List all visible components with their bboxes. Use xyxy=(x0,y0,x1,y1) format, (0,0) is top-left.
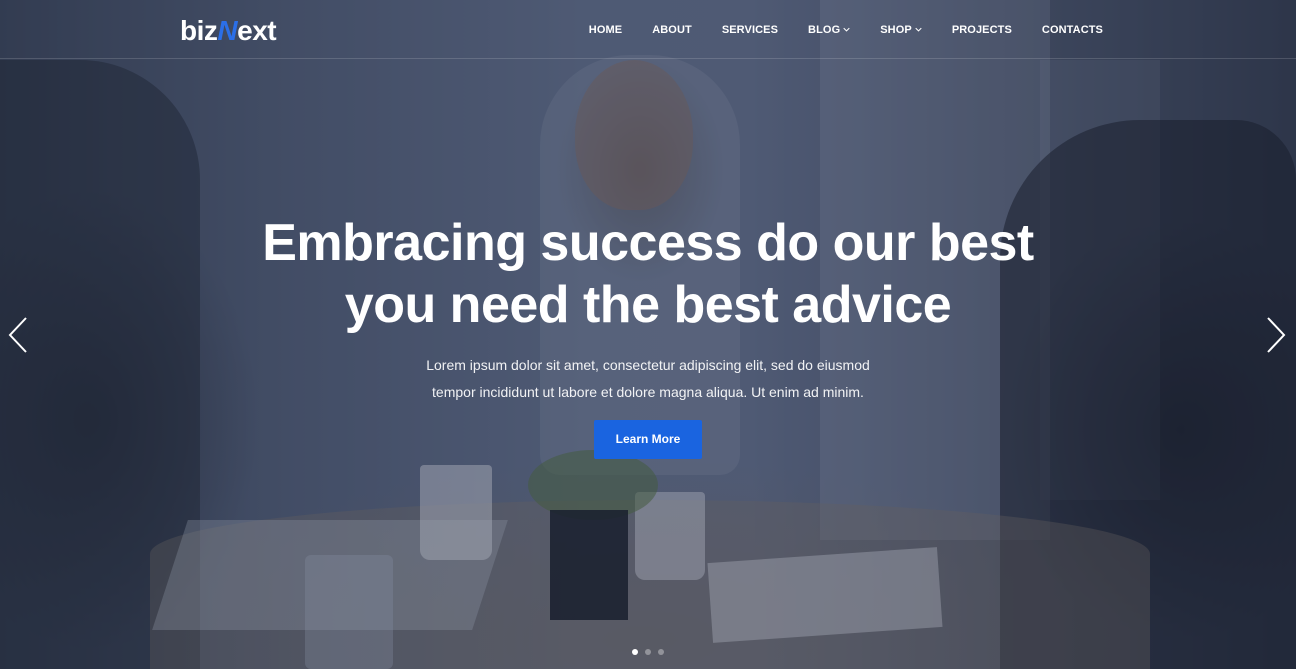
logo-text-part1: biz xyxy=(180,15,218,46)
nav-item-projects[interactable]: PROJECTS xyxy=(922,24,1012,36)
slider-dot-3[interactable] xyxy=(658,649,664,655)
slider-dot-2[interactable] xyxy=(645,649,651,655)
hero-description: Lorem ipsum dolor sit amet, consectetur … xyxy=(418,352,878,406)
hero-content: Embracing success do our best you need t… xyxy=(0,212,1296,459)
chevron-left-icon[interactable] xyxy=(6,315,30,355)
nav-item-contacts[interactable]: CONTACTS xyxy=(1012,24,1103,36)
nav-item-blog[interactable]: BLOG xyxy=(778,24,850,36)
nav-item-label: SERVICES xyxy=(721,23,779,36)
hero-slider: bizNext HOME ABOUT SERVICES BLOG SHOP PR… xyxy=(0,0,1296,669)
hero-description-line: tempor incididunt ut labore et dolore ma… xyxy=(432,384,864,400)
nav-item-label: BLOG xyxy=(808,23,841,36)
slider-pagination xyxy=(0,649,1296,655)
logo-text-accent: N xyxy=(217,15,238,46)
nav-item-home[interactable]: HOME xyxy=(589,24,622,36)
brand-logo[interactable]: bizNext xyxy=(180,15,277,47)
nav-item-services[interactable]: SERVICES xyxy=(692,24,778,36)
main-nav: HOME ABOUT SERVICES BLOG SHOP PROJECTS C… xyxy=(589,0,1103,59)
hero-title: Embracing success do our best you need t… xyxy=(258,212,1038,336)
nav-item-label: ABOUT xyxy=(652,23,692,36)
chevron-down-icon xyxy=(915,27,922,32)
learn-more-button[interactable]: Learn More xyxy=(594,420,702,459)
chevron-down-icon xyxy=(843,27,850,32)
nav-item-label: CONTACTS xyxy=(1041,23,1103,36)
site-header: bizNext HOME ABOUT SERVICES BLOG SHOP PR… xyxy=(0,0,1296,59)
nav-item-about[interactable]: ABOUT xyxy=(622,24,692,36)
nav-item-label: PROJECTS xyxy=(951,23,1012,36)
hero-title-line: you need the best advice xyxy=(344,276,952,334)
logo-text-part2: ext xyxy=(237,15,277,46)
slider-dot-1[interactable] xyxy=(632,649,638,655)
nav-item-shop[interactable]: SHOP xyxy=(850,24,922,36)
hero-title-line: Embracing success do our best xyxy=(262,214,1034,272)
hero-description-line: Lorem ipsum dolor sit amet, consectetur … xyxy=(426,357,870,373)
nav-item-label: SHOP xyxy=(880,23,912,36)
nav-item-label: HOME xyxy=(588,23,623,36)
chevron-right-icon[interactable] xyxy=(1264,315,1288,355)
